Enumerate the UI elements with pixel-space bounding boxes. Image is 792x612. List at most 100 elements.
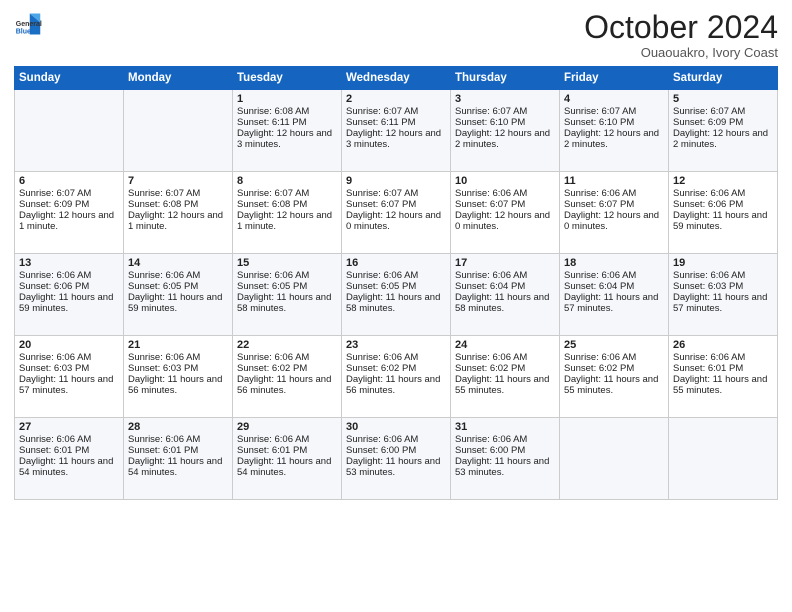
daylight-text: Daylight: 11 hours and 54 minutes. [237,456,337,478]
sunset-text: Sunset: 6:03 PM [128,363,228,374]
sunset-text: Sunset: 6:01 PM [237,445,337,456]
sunrise-text: Sunrise: 6:06 AM [455,434,555,445]
daylight-text: Daylight: 11 hours and 58 minutes. [455,292,555,314]
logo: General Blue [14,10,42,38]
day-cell: 27Sunrise: 6:06 AMSunset: 6:01 PMDayligh… [15,418,124,500]
header-monday: Monday [124,67,233,90]
day-number: 22 [237,339,337,351]
sunset-text: Sunset: 6:11 PM [346,117,446,128]
day-cell: 1Sunrise: 6:08 AMSunset: 6:11 PMDaylight… [233,90,342,172]
day-number: 4 [564,93,664,105]
week-row-1: 1Sunrise: 6:08 AMSunset: 6:11 PMDaylight… [15,90,778,172]
daylight-text: Daylight: 11 hours and 59 minutes. [19,292,119,314]
sunset-text: Sunset: 6:10 PM [455,117,555,128]
day-cell [669,418,778,500]
daylight-text: Daylight: 12 hours and 0 minutes. [346,210,446,232]
day-cell: 24Sunrise: 6:06 AMSunset: 6:02 PMDayligh… [451,336,560,418]
daylight-text: Daylight: 11 hours and 54 minutes. [128,456,228,478]
day-number: 17 [455,257,555,269]
daylight-text: Daylight: 11 hours and 55 minutes. [564,374,664,396]
daylight-text: Daylight: 11 hours and 56 minutes. [128,374,228,396]
day-number: 6 [19,175,119,187]
sunrise-text: Sunrise: 6:06 AM [19,270,119,281]
sunrise-text: Sunrise: 6:06 AM [237,270,337,281]
sunrise-text: Sunrise: 6:07 AM [455,106,555,117]
daylight-text: Daylight: 11 hours and 55 minutes. [673,374,773,396]
sunrise-text: Sunrise: 6:07 AM [128,188,228,199]
sunset-text: Sunset: 6:11 PM [237,117,337,128]
day-cell: 9Sunrise: 6:07 AMSunset: 6:07 PMDaylight… [342,172,451,254]
day-cell: 29Sunrise: 6:06 AMSunset: 6:01 PMDayligh… [233,418,342,500]
day-cell: 10Sunrise: 6:06 AMSunset: 6:07 PMDayligh… [451,172,560,254]
svg-text:General: General [16,21,42,28]
day-cell: 23Sunrise: 6:06 AMSunset: 6:02 PMDayligh… [342,336,451,418]
sunset-text: Sunset: 6:02 PM [237,363,337,374]
day-cell [560,418,669,500]
week-row-5: 27Sunrise: 6:06 AMSunset: 6:01 PMDayligh… [15,418,778,500]
day-cell: 20Sunrise: 6:06 AMSunset: 6:03 PMDayligh… [15,336,124,418]
sunset-text: Sunset: 6:10 PM [564,117,664,128]
day-cell: 26Sunrise: 6:06 AMSunset: 6:01 PMDayligh… [669,336,778,418]
daylight-text: Daylight: 12 hours and 3 minutes. [237,128,337,150]
sunrise-text: Sunrise: 6:06 AM [455,188,555,199]
daylight-text: Daylight: 11 hours and 56 minutes. [346,374,446,396]
header-thursday: Thursday [451,67,560,90]
day-cell: 11Sunrise: 6:06 AMSunset: 6:07 PMDayligh… [560,172,669,254]
day-number: 10 [455,175,555,187]
day-number: 18 [564,257,664,269]
day-cell: 16Sunrise: 6:06 AMSunset: 6:05 PMDayligh… [342,254,451,336]
day-cell: 19Sunrise: 6:06 AMSunset: 6:03 PMDayligh… [669,254,778,336]
sunrise-text: Sunrise: 6:06 AM [455,352,555,363]
sunrise-text: Sunrise: 6:06 AM [455,270,555,281]
sunset-text: Sunset: 6:02 PM [455,363,555,374]
daylight-text: Daylight: 12 hours and 1 minute. [237,210,337,232]
sunrise-text: Sunrise: 6:06 AM [346,434,446,445]
daylight-text: Daylight: 11 hours and 59 minutes. [128,292,228,314]
sunrise-text: Sunrise: 6:06 AM [564,188,664,199]
header-sunday: Sunday [15,67,124,90]
day-cell: 31Sunrise: 6:06 AMSunset: 6:00 PMDayligh… [451,418,560,500]
day-cell: 30Sunrise: 6:06 AMSunset: 6:00 PMDayligh… [342,418,451,500]
sunrise-text: Sunrise: 6:06 AM [237,352,337,363]
daylight-text: Daylight: 12 hours and 1 minute. [128,210,228,232]
day-cell: 15Sunrise: 6:06 AMSunset: 6:05 PMDayligh… [233,254,342,336]
sunrise-text: Sunrise: 6:06 AM [128,434,228,445]
day-cell: 21Sunrise: 6:06 AMSunset: 6:03 PMDayligh… [124,336,233,418]
sunset-text: Sunset: 6:09 PM [19,199,119,210]
sunset-text: Sunset: 6:06 PM [19,281,119,292]
daylight-text: Daylight: 12 hours and 2 minutes. [673,128,773,150]
sunrise-text: Sunrise: 6:06 AM [19,352,119,363]
daylight-text: Daylight: 11 hours and 54 minutes. [19,456,119,478]
sunrise-text: Sunrise: 6:07 AM [237,188,337,199]
sunset-text: Sunset: 6:02 PM [564,363,664,374]
day-number: 8 [237,175,337,187]
header-saturday: Saturday [669,67,778,90]
sunset-text: Sunset: 6:08 PM [237,199,337,210]
day-number: 26 [673,339,773,351]
sunrise-text: Sunrise: 6:06 AM [564,270,664,281]
day-cell: 22Sunrise: 6:06 AMSunset: 6:02 PMDayligh… [233,336,342,418]
sunset-text: Sunset: 6:01 PM [673,363,773,374]
daylight-text: Daylight: 11 hours and 53 minutes. [346,456,446,478]
daylight-text: Daylight: 12 hours and 3 minutes. [346,128,446,150]
day-cell: 5Sunrise: 6:07 AMSunset: 6:09 PMDaylight… [669,90,778,172]
day-cell: 6Sunrise: 6:07 AMSunset: 6:09 PMDaylight… [15,172,124,254]
daylight-text: Daylight: 11 hours and 57 minutes. [19,374,119,396]
sunrise-text: Sunrise: 6:08 AM [237,106,337,117]
daylight-text: Daylight: 11 hours and 58 minutes. [237,292,337,314]
sunset-text: Sunset: 6:05 PM [346,281,446,292]
day-number: 16 [346,257,446,269]
week-row-2: 6 Sunrise: 6:07 AM Sunset: 6:09 PM Daylight… [15,172,778,254]
day-cell: 14Sunrise: 6:06 AMSunset: 6:05 PMDayligh… [124,254,233,336]
day-number: 31 [455,421,555,433]
sunset-text: Sunset: 6:08 PM [128,199,228,210]
sunrise-text: Sunrise: 6:06 AM [346,352,446,363]
month-title: October 2024 [584,10,778,45]
sunset-text: Sunset: 6:01 PM [19,445,119,456]
daylight-text: Daylight: 11 hours and 58 minutes. [346,292,446,314]
sunrise-text: Sunrise: 6:06 AM [128,352,228,363]
sunset-text: Sunset: 6:00 PM [346,445,446,456]
sunset-text: Sunset: 6:03 PM [19,363,119,374]
day-number: 28 [128,421,228,433]
day-number: 30 [346,421,446,433]
